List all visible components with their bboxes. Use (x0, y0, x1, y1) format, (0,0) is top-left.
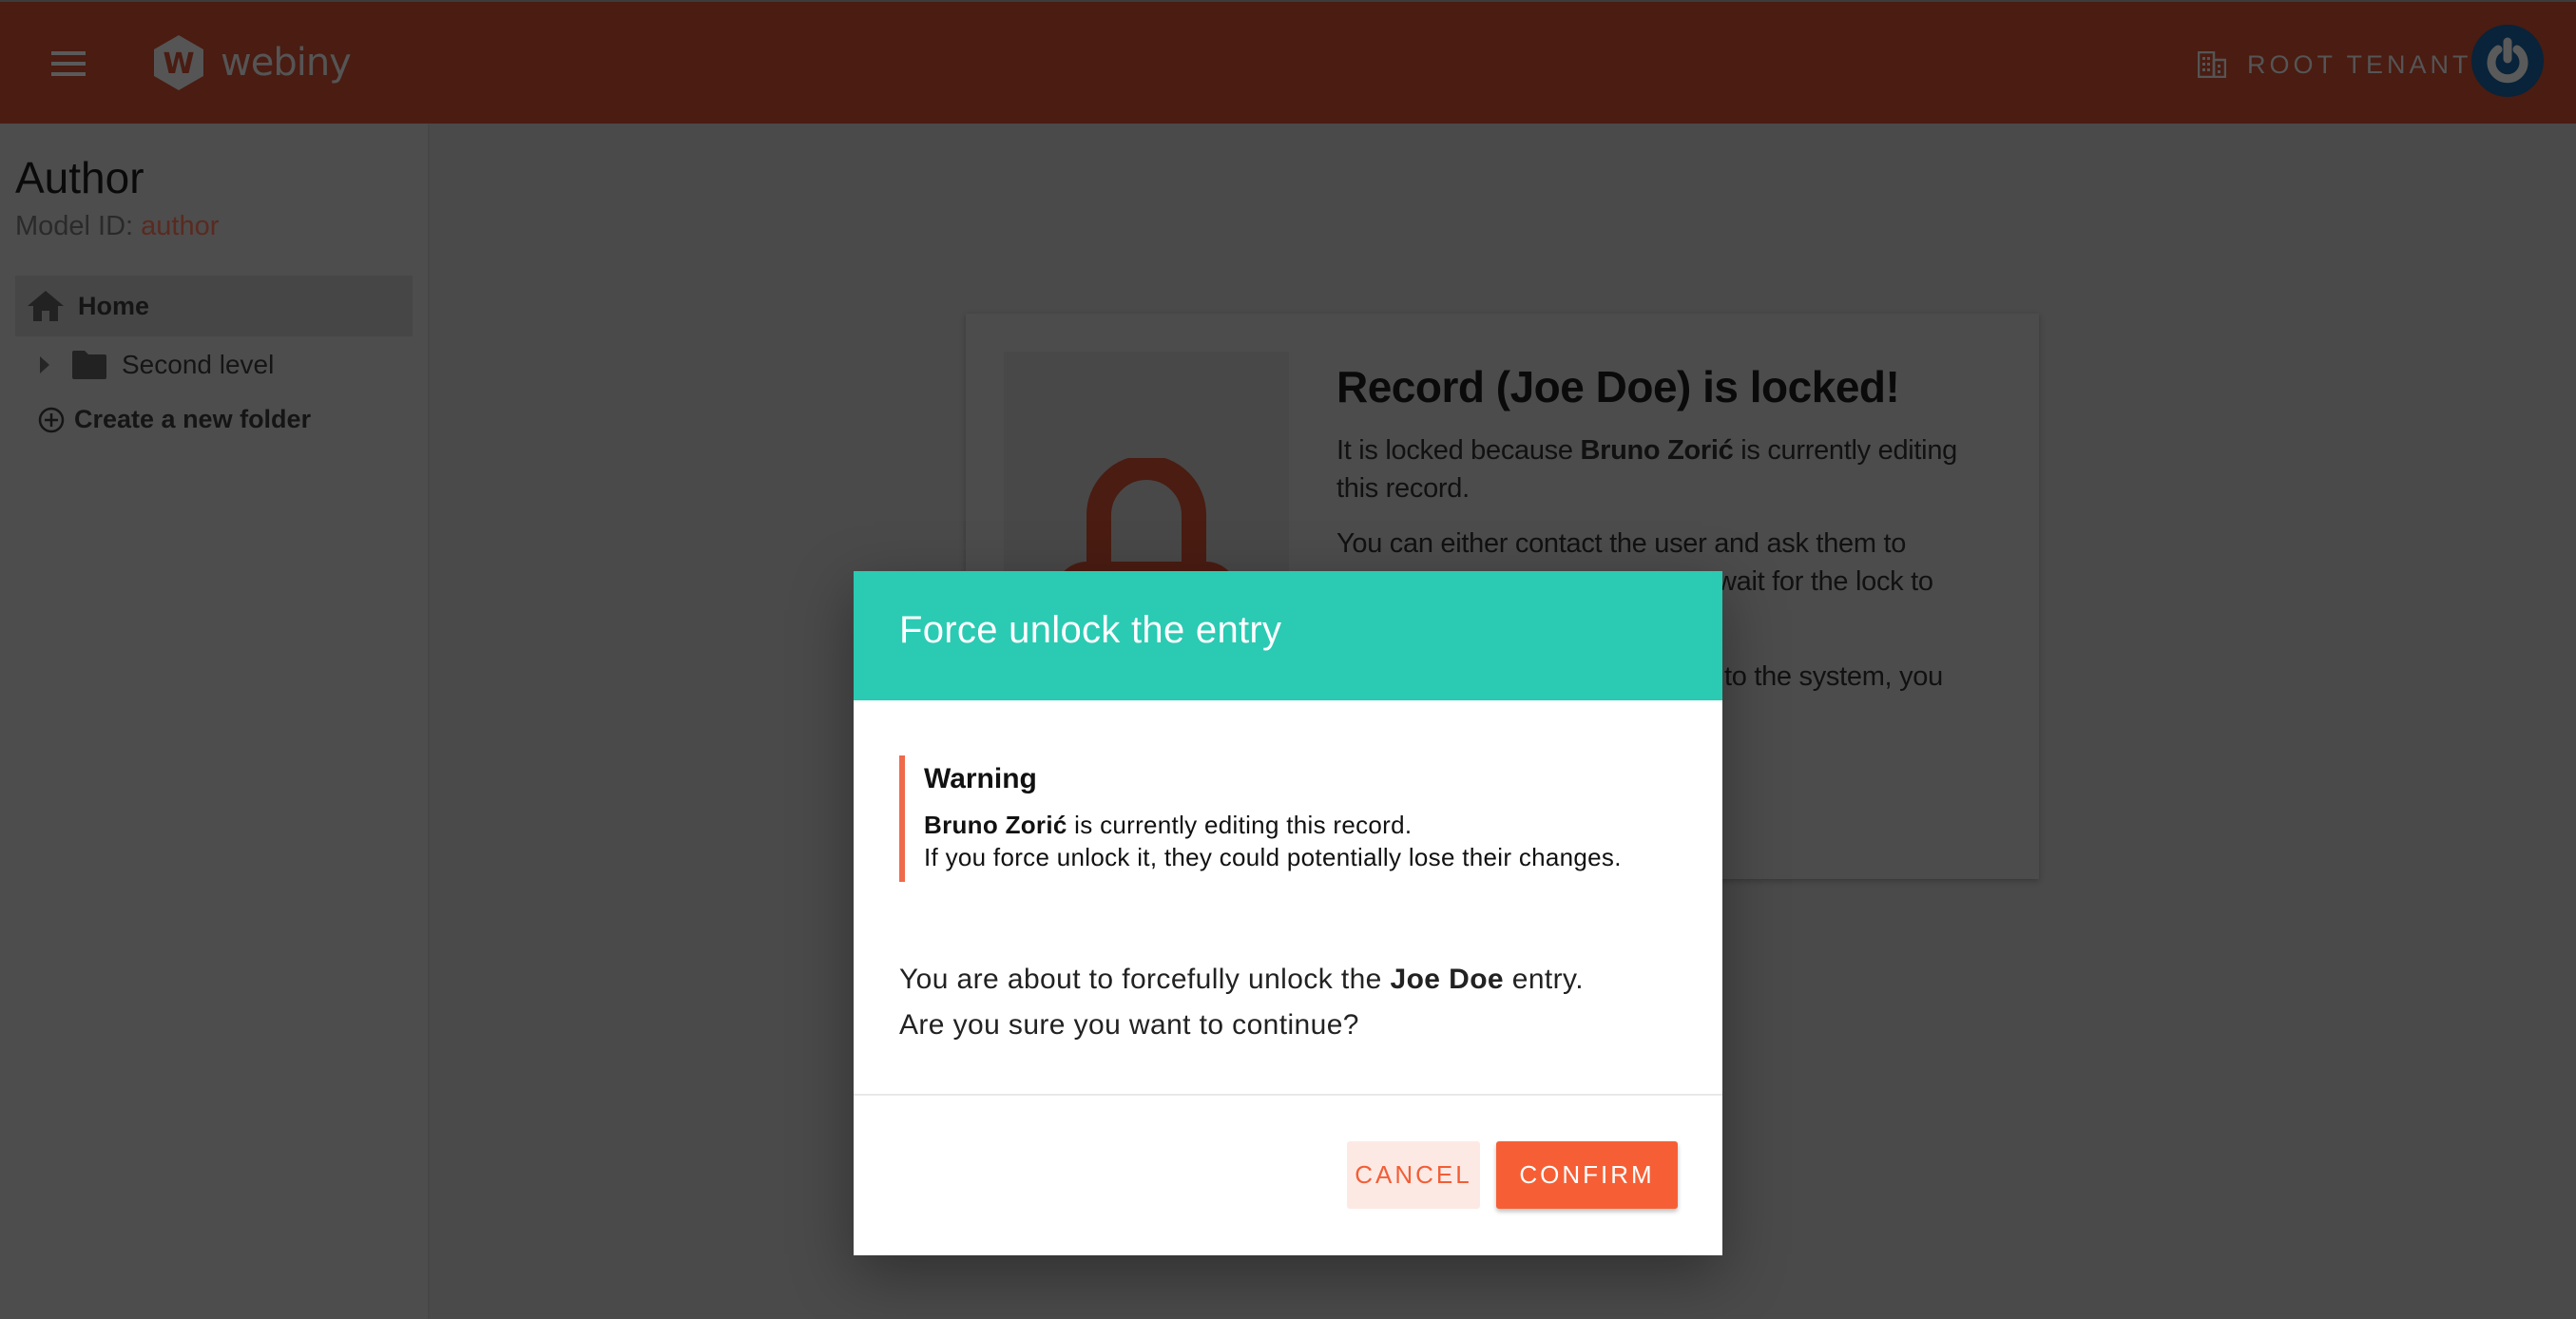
message-entry-name: Joe Doe (1390, 964, 1505, 995)
tree-item-label: Second level (122, 350, 275, 379)
lock-reason-prefix: It is locked because (1336, 435, 1581, 466)
warning-line-1: Bruno Zorić is currently editing this re… (924, 811, 1412, 840)
tree-item-second-level[interactable]: Second level (15, 335, 413, 395)
dialog-title: Force unlock the entry (899, 609, 1282, 651)
warning-line-2: If you force unlock it, they could poten… (924, 843, 1622, 871)
logo-text: webiny (221, 41, 352, 85)
lock-user: Bruno Zorić (1580, 435, 1734, 466)
dialog-header: Force unlock the entry (854, 571, 1722, 700)
app-header: W webiny ROOT TENANT (0, 2, 2576, 124)
lock-title: Record (Joe Doe) is locked! (1336, 362, 1900, 411)
tenant-label: ROOT TENANT (2247, 49, 2472, 79)
webiny-logo[interactable]: W webiny (152, 32, 352, 93)
lock-options-line1: You can either contact the user and ask … (1336, 528, 1907, 559)
confirm-button[interactable]: CONFIRM (1496, 1141, 1678, 1209)
create-folder-button[interactable]: Create a new folder (38, 405, 311, 434)
tree-item-home[interactable]: Home (15, 276, 413, 336)
lock-reason: It is locked because Bruno Zorić is curr… (1336, 431, 2002, 507)
expand-caret-icon[interactable] (40, 356, 49, 373)
message-prefix: You are about to forcefully unlock the (899, 964, 1391, 995)
message-suffix: entry. (1504, 964, 1584, 995)
force-unlock-dialog: Force unlock the entry Warning Bruno Zor… (854, 571, 1722, 1255)
tree-item-label: Home (78, 291, 150, 320)
warning-line-1-text: is currently editing this record. (1067, 811, 1413, 839)
hamburger-menu-icon[interactable] (51, 51, 86, 76)
dialog-divider (854, 1094, 1722, 1096)
add-circle-icon (38, 407, 65, 432)
folder-icon (72, 351, 106, 379)
power-icon (2487, 37, 2528, 84)
tenant-selector[interactable]: ROOT TENANT (2198, 44, 2472, 86)
model-title: Author (15, 153, 144, 202)
model-id: Model ID: author (15, 211, 219, 242)
model-id-value: author (141, 211, 220, 241)
home-icon (28, 291, 64, 321)
webiny-hex-icon: W (154, 35, 203, 90)
user-avatar[interactable] (2471, 25, 2544, 97)
confirm-message: You are about to forcefully unlock the J… (899, 957, 1584, 1048)
warning-alert: Warning Bruno Zorić is currently editing… (899, 755, 1684, 882)
sidebar: Author Model ID: author Home Second leve… (0, 124, 430, 1319)
confirm-question: Are you sure you want to continue? (899, 1009, 1359, 1041)
warning-user: Bruno Zorić (924, 811, 1067, 839)
svg-text:W: W (163, 48, 194, 81)
cancel-button[interactable]: CANCEL (1347, 1141, 1480, 1209)
create-folder-label: Create a new folder (74, 405, 312, 433)
building-icon (2198, 51, 2226, 78)
model-id-label: Model ID: (15, 211, 134, 241)
warning-title: Warning (924, 763, 1037, 794)
